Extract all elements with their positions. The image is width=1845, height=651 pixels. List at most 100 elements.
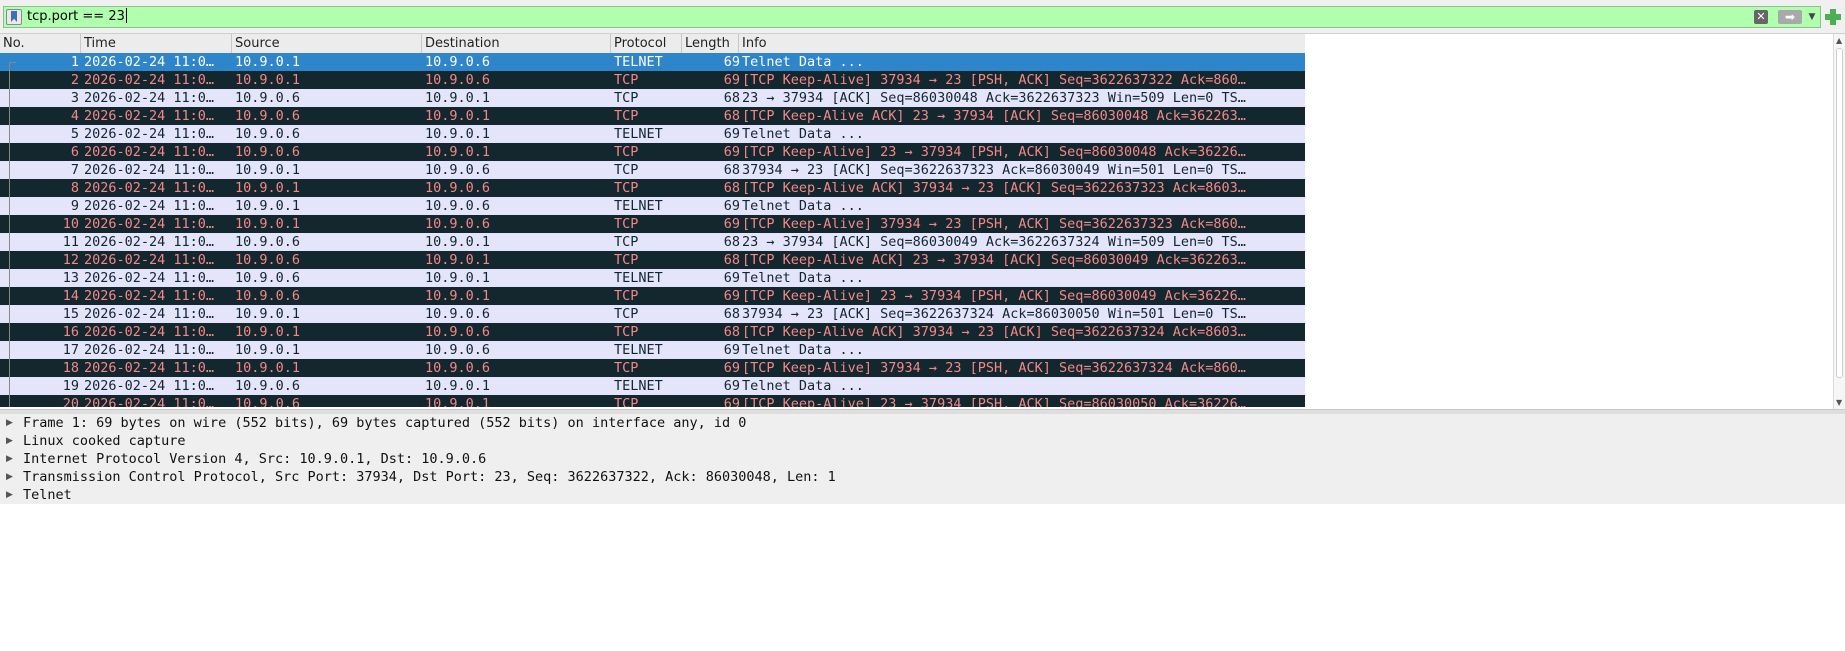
column-header-destination[interactable]: Destination <box>422 34 611 53</box>
scroll-up-icon[interactable]: ▲ <box>1836 36 1842 45</box>
packet-row[interactable]: 19 2026-02-24 11:0… 10.9.0.6 10.9.0.1 TELNET… <box>0 377 1305 395</box>
packet-source: 10.9.0.6 <box>235 288 301 304</box>
packet-row[interactable]: 20 2026-02-24 11:0… 10.9.0.6 10.9.0.1 TCP 69[… <box>0 395 1305 407</box>
packet-row[interactable]: 12 2026-02-24 11:0… 10.9.0.6 10.9.0.1 TCP 68[… <box>0 251 1305 269</box>
packet-info: Telnet Data ... <box>742 342 864 358</box>
display-filter-input[interactable]: tcp.port == 23 <box>27 7 1757 27</box>
packet-protocol: TCP <box>614 360 639 376</box>
packet-no: 17 <box>62 342 79 358</box>
packet-row[interactable]: 10 2026-02-24 11:0… 10.9.0.1 10.9.0.6 TCP 69[… <box>0 215 1305 233</box>
packet-length: 68 <box>723 324 740 340</box>
packet-protocol: TCP <box>614 396 639 407</box>
packet-destination: 10.9.0.6 <box>425 162 491 178</box>
packet-row[interactable]: 13 2026-02-24 11:0… 10.9.0.6 10.9.0.1 TELNET… <box>0 269 1305 287</box>
packet-row[interactable]: 8 2026-02-24 11:0… 10.9.0.1 10.9.0.6 TCP 68 [T… <box>0 179 1305 197</box>
scroll-down-icon[interactable]: ▼ <box>1836 398 1842 407</box>
packet-protocol: TCP <box>614 180 639 196</box>
packet-length: 68 <box>723 108 740 124</box>
packet-protocol: TCP <box>614 162 639 178</box>
packet-info: [TCP Keep-Alive ACK] 37934 → 23 [ACK] Se… <box>742 180 1246 196</box>
packet-info: [TCP Keep-Alive] 23 → 37934 [PSH, ACK] S… <box>742 144 1246 160</box>
packet-length: 69 <box>723 126 740 142</box>
bookmark-icon[interactable] <box>6 9 22 25</box>
packet-row[interactable]: 4 2026-02-24 11:0… 10.9.0.6 10.9.0.1 TCP 68 [T… <box>0 107 1305 125</box>
packet-row[interactable]: 15 2026-02-24 11:0… 10.9.0.1 10.9.0.6 TCP 68 3… <box>0 305 1305 323</box>
plus-icon[interactable] <box>1825 9 1841 25</box>
packet-no: 14 <box>62 288 79 304</box>
packet-time: 2026-02-24 11:0… <box>84 270 215 286</box>
details-tree-item[interactable]: ▶ Internet Protocol Version 4, Src: 10.9.… <box>0 450 1845 468</box>
packet-length: 69 <box>723 342 740 358</box>
column-header-no[interactable]: No. <box>0 34 81 53</box>
column-header-protocol[interactable]: Protocol <box>611 34 682 53</box>
details-tree-item[interactable]: ▶ Linux cooked capture <box>0 432 1845 450</box>
display-filter-field[interactable]: tcp.port == 23 ✕ ➡ ▼ <box>3 6 1821 28</box>
scrollbar-thumb[interactable] <box>1836 48 1843 378</box>
packet-list-scrollbar[interactable]: ▲ ▼ <box>1833 34 1845 409</box>
packet-no: 12 <box>62 252 79 268</box>
packet-row[interactable]: 1 2026-02-24 11:0… 10.9.0.1 10.9.0.6 TELNET 6… <box>0 53 1305 71</box>
details-tree-label: Internet Protocol Version 4, Src: 10.9.0… <box>23 451 487 467</box>
packet-destination: 10.9.0.1 <box>425 396 491 407</box>
packet-list-rows: 1 2026-02-24 11:0… 10.9.0.1 10.9.0.6 TELNET 6… <box>0 53 1305 407</box>
packet-info: [TCP Keep-Alive] 23 → 37934 [PSH, ACK] S… <box>742 288 1246 304</box>
packet-no: 15 <box>62 306 79 322</box>
details-tree-label: Telnet <box>23 487 72 503</box>
arrow-right-icon[interactable]: ➡ <box>1778 10 1802 24</box>
packet-row[interactable]: 18 2026-02-24 11:0… 10.9.0.1 10.9.0.6 TCP 69[… <box>0 359 1305 377</box>
packet-row[interactable]: 11 2026-02-24 11:0… 10.9.0.6 10.9.0.1 TCP 68 2… <box>0 233 1305 251</box>
packet-source: 10.9.0.6 <box>235 252 301 268</box>
packet-row[interactable]: 3 2026-02-24 11:0… 10.9.0.6 10.9.0.1 TCP 68 23… <box>0 89 1305 107</box>
packet-row[interactable]: 17 2026-02-24 11:0… 10.9.0.1 10.9.0.6 TELNET… <box>0 341 1305 359</box>
packet-protocol: TELNET <box>614 378 663 394</box>
triangle-right-icon[interactable]: ▶ <box>6 450 13 468</box>
triangle-right-icon[interactable]: ▶ <box>6 414 13 432</box>
packet-info: [TCP Keep-Alive ACK] 23 → 37934 [ACK] Se… <box>742 252 1246 268</box>
packet-row[interactable]: 2 2026-02-24 11:0… 10.9.0.1 10.9.0.6 TCP 69 [T… <box>0 71 1305 89</box>
details-tree-label: Frame 1: 69 bytes on wire (552 bits), 69… <box>23 415 747 431</box>
packet-row[interactable]: 7 2026-02-24 11:0… 10.9.0.1 10.9.0.6 TCP 68 37… <box>0 161 1305 179</box>
packet-source: 10.9.0.1 <box>235 216 301 232</box>
packet-protocol: TCP <box>614 234 639 250</box>
details-tree-item[interactable]: ▶ Transmission Control Protocol, Src Port… <box>0 468 1845 486</box>
details-tree-item[interactable]: ▶ Telnet <box>0 486 1845 504</box>
column-header-length[interactable]: Length <box>682 34 739 53</box>
column-header-source[interactable]: Source <box>232 34 422 53</box>
packet-source: 10.9.0.6 <box>235 270 301 286</box>
packet-destination: 10.9.0.1 <box>425 378 491 394</box>
triangle-right-icon[interactable]: ▶ <box>6 432 13 450</box>
packet-info: [TCP Keep-Alive] 37934 → 23 [PSH, ACK] S… <box>742 216 1246 232</box>
packet-row[interactable]: 6 2026-02-24 11:0… 10.9.0.6 10.9.0.1 TCP 69 [T… <box>0 143 1305 161</box>
clear-filter-icon[interactable]: ✕ <box>1754 10 1768 24</box>
display-filter-text: tcp.port == 23 <box>27 9 125 24</box>
packet-length: 68 <box>723 162 740 178</box>
packet-source: 10.9.0.1 <box>235 54 301 70</box>
packet-source: 10.9.0.1 <box>235 306 301 322</box>
column-header-time[interactable]: Time <box>81 34 232 53</box>
packet-length: 69 <box>723 360 740 376</box>
packet-info: Telnet Data ... <box>742 378 864 394</box>
packet-row[interactable]: 14 2026-02-24 11:0… 10.9.0.6 10.9.0.1 TCP 69[… <box>0 287 1305 305</box>
packet-source: 10.9.0.1 <box>235 72 301 88</box>
packet-destination: 10.9.0.1 <box>425 252 491 268</box>
packet-protocol: TCP <box>614 288 639 304</box>
packet-time: 2026-02-24 11:0… <box>84 90 215 106</box>
packet-no: 10 <box>62 216 79 232</box>
chevron-down-icon[interactable]: ▼ <box>1807 10 1817 24</box>
packet-destination: 10.9.0.1 <box>425 270 491 286</box>
packet-length: 69 <box>723 378 740 394</box>
packet-source: 10.9.0.1 <box>235 162 301 178</box>
packet-row[interactable]: 16 2026-02-24 11:0… 10.9.0.1 10.9.0.6 TCP 68[… <box>0 323 1305 341</box>
column-header-info[interactable]: Info <box>739 34 1305 53</box>
packet-source: 10.9.0.1 <box>235 198 301 214</box>
packet-info: 23 → 37934 [ACK] Seq=86030049 Ack=362263… <box>742 234 1246 250</box>
packet-row[interactable]: 5 2026-02-24 11:0… 10.9.0.6 10.9.0.1 TELNET 6… <box>0 125 1305 143</box>
triangle-right-icon[interactable]: ▶ <box>6 468 13 486</box>
details-tree-item[interactable]: ▶ Frame 1: 69 bytes on wire (552 bits), 6… <box>0 414 1845 432</box>
packet-row[interactable]: 9 2026-02-24 11:0… 10.9.0.1 10.9.0.6 TELNET 6… <box>0 197 1305 215</box>
packet-length: 68 <box>723 306 740 322</box>
packet-destination: 10.9.0.6 <box>425 198 491 214</box>
packet-protocol: TCP <box>614 90 639 106</box>
packet-no: 7 <box>70 162 79 178</box>
triangle-right-icon[interactable]: ▶ <box>6 486 13 504</box>
